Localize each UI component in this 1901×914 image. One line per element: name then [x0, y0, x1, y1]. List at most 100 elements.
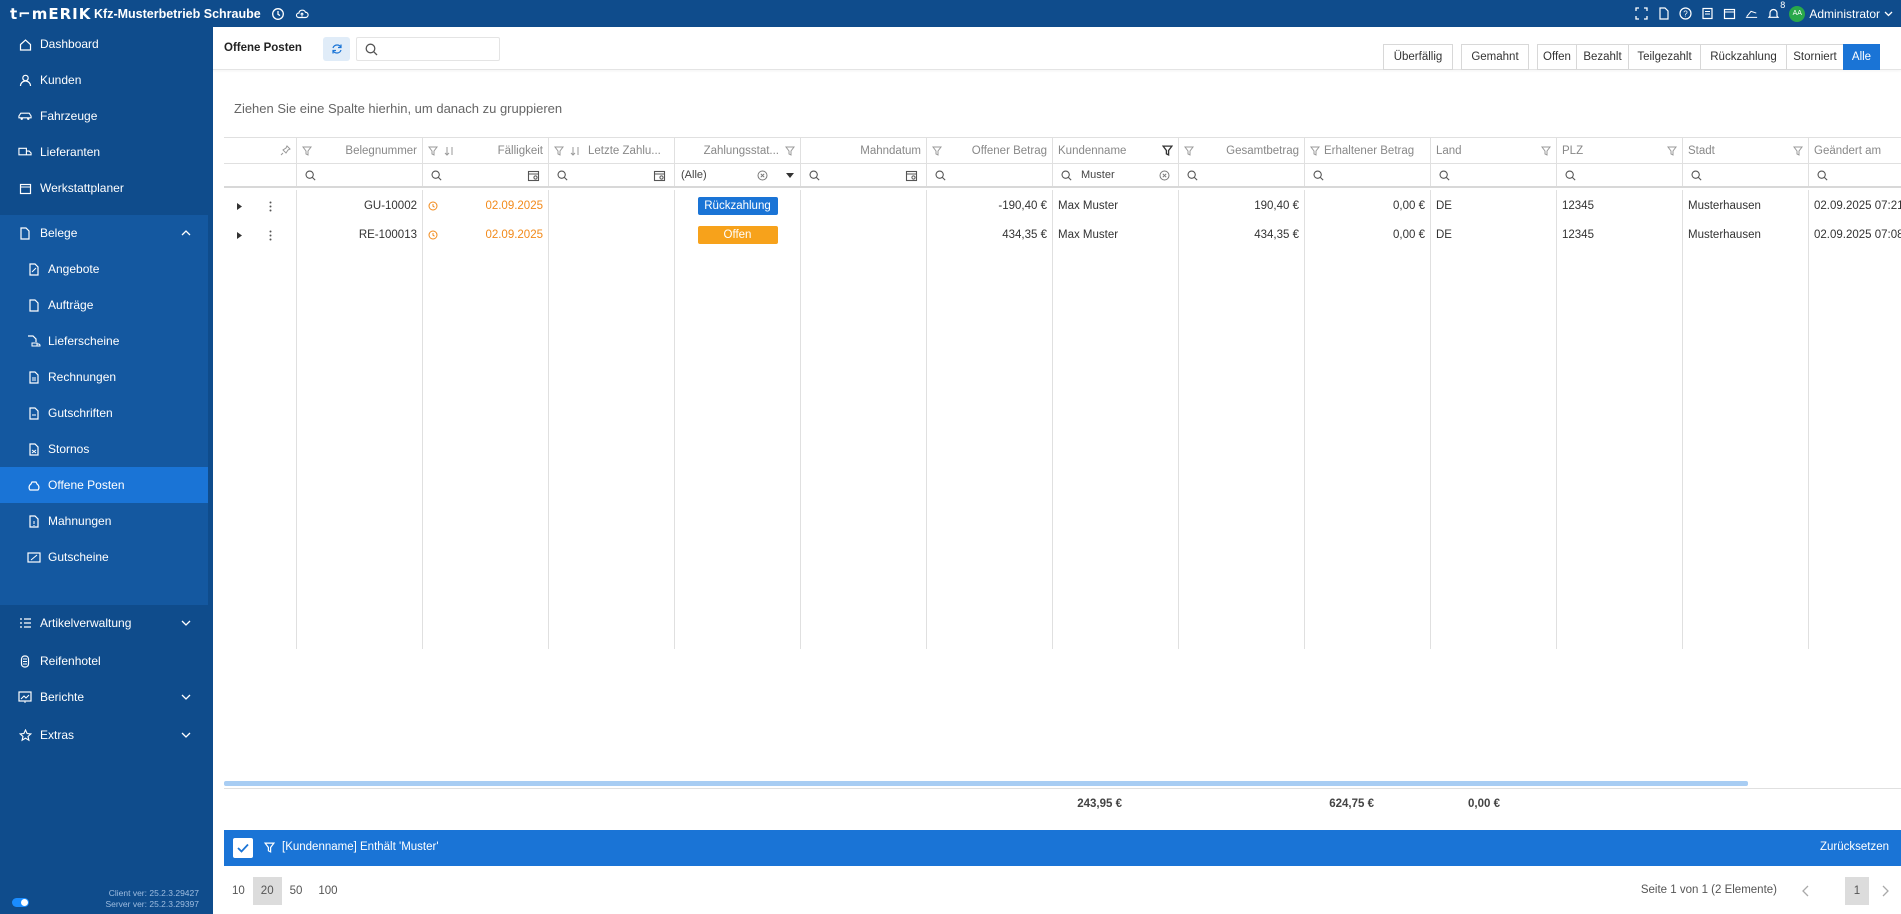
cell-belegnummer[interactable]: RE-100013: [297, 223, 422, 247]
sidebar-item-mahnungen[interactable]: Mahnungen: [0, 503, 213, 539]
sidebar-item-kunden[interactable]: Kunden: [0, 63, 213, 97]
fullscreen-icon[interactable]: [1635, 7, 1648, 20]
sidebar-item-dashboard[interactable]: Dashboard: [0, 27, 213, 61]
sort-desc-icon[interactable]: [570, 146, 582, 156]
clear-icon[interactable]: [1159, 170, 1170, 181]
row-menu-button[interactable]: [264, 223, 280, 247]
next-page-button[interactable]: [1873, 877, 1897, 905]
column-header-erhaltener-betrag[interactable]: Erhaltener Betrag: [1305, 138, 1431, 163]
column-header-plz[interactable]: PLZ: [1557, 138, 1683, 163]
cloud-upload-icon[interactable]: [295, 7, 309, 21]
filter-expression[interactable]: [Kundenname] Enthält 'Muster': [282, 841, 439, 853]
group-panel[interactable]: Ziehen Sie eine Spalte hierhin, um danac…: [234, 101, 562, 116]
column-header-offener-betrag[interactable]: Offener Betrag: [927, 138, 1053, 163]
sidebar-item-lieferscheine[interactable]: Lieferscheine: [0, 323, 213, 359]
calendar-picker-icon[interactable]: [653, 169, 666, 182]
sidebar-item-belege[interactable]: Belege: [0, 215, 213, 251]
search-input[interactable]: [356, 37, 500, 61]
sidebar-item-extras[interactable]: Extras: [0, 717, 213, 753]
page-size-100[interactable]: 100: [310, 877, 345, 905]
filter-ueberfaellig[interactable]: Überfällig: [1383, 44, 1453, 70]
column-header-faelligkeit[interactable]: Fälligkeit: [423, 138, 549, 163]
column-header-gesamtbetrag[interactable]: Gesamtbetrag: [1179, 138, 1305, 163]
filter-alle[interactable]: Alle: [1843, 44, 1880, 70]
row-menu-button[interactable]: [264, 194, 280, 218]
filter-cell-kundenname[interactable]: Muster: [1053, 164, 1179, 186]
filter-gemahnt[interactable]: Gemahnt: [1461, 44, 1529, 70]
sidebar-item-rechnungen[interactable]: Rechnungen: [0, 359, 213, 395]
sort-desc-icon[interactable]: [444, 146, 456, 156]
filter-icon[interactable]: [1793, 146, 1803, 156]
sidebar-item-gutschriften[interactable]: Gutschriften: [0, 395, 213, 431]
filter-bezahlt[interactable]: Bezahlt: [1576, 44, 1629, 70]
calendar-icon[interactable]: [1723, 7, 1736, 20]
filter-rueckzahlung[interactable]: Rückzahlung: [1700, 44, 1787, 70]
filter-cell-zahlungsstatus[interactable]: (Alle): [675, 164, 801, 186]
sidebar-item-auftraege[interactable]: Aufträge: [0, 287, 213, 323]
table-row[interactable]: GU-10002 02.09.2025 Rückzahlung -190,40 …: [224, 194, 1901, 218]
sidebar-item-fahrzeuge[interactable]: Fahrzeuge: [0, 99, 213, 133]
sidebar-item-berichte[interactable]: Berichte: [0, 679, 213, 715]
sidebar-item-angebote[interactable]: Angebote: [0, 251, 213, 287]
notes-icon[interactable]: [1701, 7, 1714, 20]
filter-cell-gesamtbetrag[interactable]: [1179, 164, 1305, 186]
filter-icon[interactable]: [1310, 146, 1320, 156]
bell-icon[interactable]: 8: [1767, 0, 1785, 20]
column-header-belegnummer[interactable]: Belegnummer: [297, 138, 423, 163]
page-size-10[interactable]: 10: [224, 877, 253, 905]
filter-cell-mahndatum[interactable]: [801, 164, 927, 186]
app-logo[interactable]: t⌐mERIK: [0, 5, 90, 23]
column-header-stadt[interactable]: Stadt: [1683, 138, 1809, 163]
sidebar-item-stornos[interactable]: Stornos: [0, 431, 213, 467]
page-size-20[interactable]: 20: [252, 877, 282, 905]
sidebar-item-werkstattplaner[interactable]: Werkstattplaner: [0, 171, 213, 205]
filter-cell-letzte-zahlung[interactable]: [549, 164, 675, 186]
sidebar-item-offene-posten[interactable]: Offene Posten: [0, 467, 208, 503]
filter-icon[interactable]: [302, 146, 312, 156]
cell-belegnummer[interactable]: GU-10002: [297, 194, 422, 218]
filter-enabled-checkbox[interactable]: [233, 838, 253, 858]
expand-row-button[interactable]: [232, 223, 248, 247]
current-page[interactable]: 1: [1845, 877, 1869, 905]
calendar-picker-icon[interactable]: [905, 169, 918, 182]
table-row[interactable]: RE-100013 02.09.2025 Offen 434,35 € Max …: [224, 223, 1901, 247]
sidebar-item-lieferanten[interactable]: Lieferanten: [0, 135, 213, 169]
filter-icon[interactable]: [932, 146, 942, 156]
filter-cell-land[interactable]: [1431, 164, 1557, 186]
theme-toggle[interactable]: [12, 898, 29, 907]
reset-filter-link[interactable]: Zurücksetzen: [1820, 841, 1889, 853]
file-icon[interactable]: [1657, 7, 1670, 20]
dropdown-arrow-icon[interactable]: [786, 172, 794, 178]
filter-icon[interactable]: [428, 146, 438, 156]
sidebar-item-reifenhotel[interactable]: Reifenhotel: [0, 643, 213, 679]
filter-cell-geaendert-am[interactable]: [1809, 164, 1901, 186]
column-header-mahndatum[interactable]: Mahndatum: [801, 138, 927, 163]
filter-cell-plz[interactable]: [1557, 164, 1683, 186]
filter-cell-belegnummer[interactable]: [297, 164, 423, 186]
kundenname-filter-value[interactable]: Muster: [1081, 169, 1150, 181]
horizontal-scrollbar[interactable]: [224, 781, 1748, 786]
car-lift-icon[interactable]: [1745, 7, 1758, 20]
filter-icon[interactable]: [1184, 146, 1194, 156]
prev-page-button[interactable]: [1793, 877, 1817, 905]
user-menu[interactable]: AA Administrator: [1789, 5, 1893, 22]
sidebar-item-artikelverwaltung[interactable]: Artikelverwaltung: [0, 605, 213, 641]
page-size-50[interactable]: 50: [282, 877, 311, 905]
column-header-kundenname[interactable]: Kundenname: [1053, 138, 1179, 163]
filter-cell-erhaltener-betrag[interactable]: [1305, 164, 1431, 186]
filter-cell-stadt[interactable]: [1683, 164, 1809, 186]
filter-cell-faelligkeit[interactable]: [423, 164, 549, 186]
filter-storniert[interactable]: Storniert: [1786, 44, 1844, 70]
filter-active-icon[interactable]: [1162, 145, 1173, 156]
filter-icon[interactable]: [785, 146, 795, 156]
filter-icon[interactable]: [1541, 146, 1551, 156]
calendar-picker-icon[interactable]: [527, 169, 540, 182]
column-header-zahlungsstatus[interactable]: Zahlungsstat...: [675, 138, 801, 163]
column-header-land[interactable]: Land: [1431, 138, 1557, 163]
column-header-geaendert-am[interactable]: Geändert am: [1809, 138, 1901, 163]
column-header-actions[interactable]: [224, 138, 297, 163]
help-icon[interactable]: ?: [1679, 7, 1692, 20]
column-header-letzte-zahlung[interactable]: Letzte Zahlu...: [549, 138, 675, 163]
sidebar-item-gutscheine[interactable]: Gutscheine: [0, 539, 213, 575]
filter-icon[interactable]: [1667, 146, 1677, 156]
